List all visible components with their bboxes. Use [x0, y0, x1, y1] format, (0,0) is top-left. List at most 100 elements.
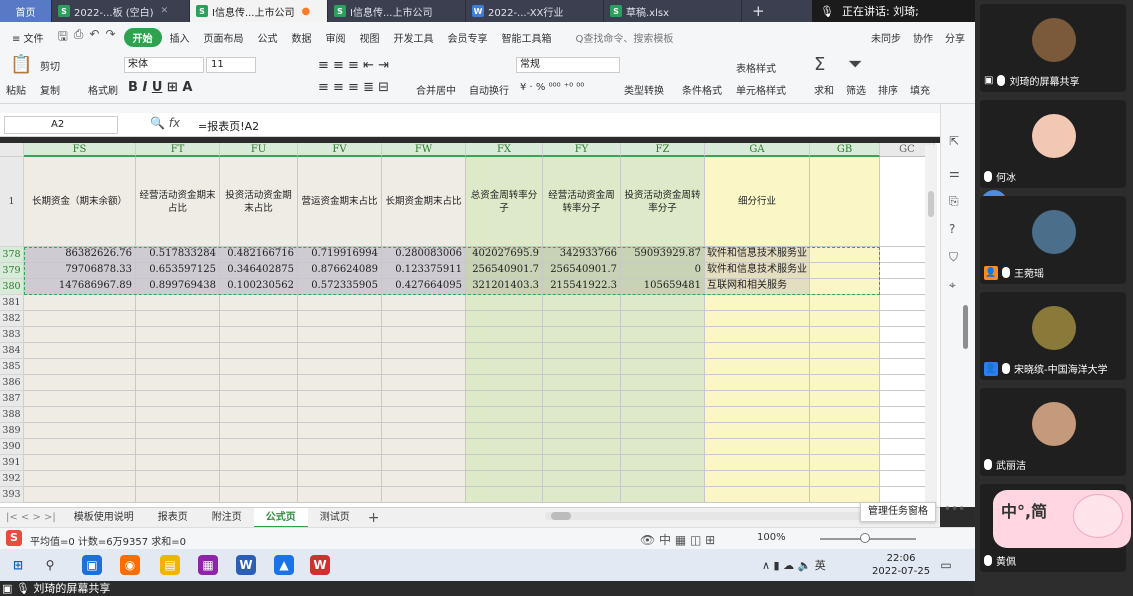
table-cell[interactable]	[136, 311, 220, 327]
tab-formulas[interactable]: 公式	[252, 28, 284, 47]
row-header[interactable]: 383	[0, 327, 24, 343]
table-cell[interactable]	[298, 455, 382, 471]
column-header-fv[interactable]: FV	[298, 143, 382, 157]
table-cell[interactable]	[136, 295, 220, 311]
table-cell[interactable]	[705, 359, 810, 375]
table-cell[interactable]	[621, 423, 705, 439]
table-style-button[interactable]: 表格样式	[736, 60, 776, 75]
column-header-fy[interactable]: FY	[543, 143, 621, 157]
table-cell[interactable]	[705, 311, 810, 327]
browser-icon[interactable]: ◉	[120, 555, 140, 575]
table-cell[interactable]	[621, 327, 705, 343]
table-cell[interactable]: 59093929.87	[621, 247, 705, 263]
header-cell[interactable]: 细分行业	[705, 157, 810, 247]
name-box[interactable]: A2	[4, 116, 118, 134]
table-cell[interactable]	[466, 407, 543, 423]
table-cell[interactable]: 105659481	[621, 279, 705, 295]
column-header-ga[interactable]: GA	[705, 143, 810, 157]
horizontal-scroll-thumb[interactable]	[551, 512, 571, 520]
table-cell[interactable]	[466, 311, 543, 327]
type-convert-button[interactable]: 类型转换	[624, 82, 664, 97]
row-header[interactable]: 378	[0, 247, 24, 263]
tab-insert[interactable]: 插入	[164, 28, 196, 47]
table-cell[interactable]: 互联网和相关服务	[705, 279, 810, 295]
table-cell[interactable]	[298, 439, 382, 455]
align-top-icons[interactable]: ≡ ≡ ≡ ⇤ ⇥	[318, 58, 389, 73]
column-header-fz[interactable]: FZ	[621, 143, 705, 157]
table-cell[interactable]	[543, 343, 621, 359]
shield-icon[interactable]: ⛉	[949, 250, 958, 265]
row-header[interactable]: 384	[0, 343, 24, 359]
table-cell[interactable]	[24, 327, 136, 343]
row-header[interactable]: 387	[0, 391, 24, 407]
system-clock[interactable]: 22:06 2022-07-25	[872, 552, 930, 578]
table-cell[interactable]	[382, 311, 466, 327]
zoom-slider-knob[interactable]	[860, 533, 870, 543]
participant-tile[interactable]: 👤 王菀瑶	[980, 196, 1126, 284]
table-cell[interactable]	[136, 359, 220, 375]
table-cell[interactable]	[220, 455, 298, 471]
table-cell[interactable]	[298, 487, 382, 503]
table-cell[interactable]	[466, 455, 543, 471]
table-cell[interactable]	[136, 439, 220, 455]
header-cell[interactable]: 营运资金期末占比	[298, 157, 382, 247]
table-cell[interactable]	[466, 295, 543, 311]
table-cell[interactable]	[298, 375, 382, 391]
table-cell[interactable]	[298, 311, 382, 327]
meeting-app-icon[interactable]: ▲	[274, 555, 294, 575]
table-cell[interactable]: 0.346402875	[220, 263, 298, 279]
table-cell[interactable]	[810, 391, 880, 407]
row-header[interactable]: 389	[0, 423, 24, 439]
header-cell[interactable]: 经营活动资金期末占比	[136, 157, 220, 247]
table-cell[interactable]	[136, 391, 220, 407]
font-size-select[interactable]: 11	[206, 57, 256, 73]
table-cell[interactable]	[136, 407, 220, 423]
tab-start[interactable]: 开始	[123, 27, 162, 47]
table-cell[interactable]: 0.572335905	[298, 279, 382, 295]
side-scroll-thumb[interactable]	[963, 305, 968, 349]
table-cell[interactable]: 256540901.7	[466, 263, 543, 279]
sheet-tab-notes[interactable]: 附注页	[200, 508, 254, 528]
table-cell[interactable]	[382, 391, 466, 407]
vertical-scroll-thumb[interactable]	[928, 191, 934, 217]
tab-document-word[interactable]: W 2022-...-XX行业	[466, 0, 604, 22]
table-cell[interactable]	[298, 471, 382, 487]
table-cell[interactable]	[810, 279, 880, 295]
table-cell[interactable]	[466, 327, 543, 343]
table-cell[interactable]	[382, 471, 466, 487]
table-cell[interactable]	[298, 359, 382, 375]
sort-button[interactable]: 排序	[878, 82, 898, 97]
table-cell[interactable]	[24, 295, 136, 311]
pointer-icon[interactable]: ⇱	[949, 134, 959, 148]
header-cell[interactable]: 长期资金（期末余额）	[24, 157, 136, 247]
header-cell[interactable]: 长期资金期末占比	[382, 157, 466, 247]
table-cell[interactable]	[810, 455, 880, 471]
row-header[interactable]: 392	[0, 471, 24, 487]
table-cell[interactable]	[543, 487, 621, 503]
table-cell[interactable]	[543, 359, 621, 375]
table-cell[interactable]	[24, 343, 136, 359]
tab-data[interactable]: 数据	[286, 28, 318, 47]
copy-button[interactable]: 复制	[40, 82, 60, 97]
table-cell[interactable]: 215541922.3	[543, 279, 621, 295]
table-cell[interactable]: 0.427664095	[382, 279, 466, 295]
table-cell[interactable]	[705, 327, 810, 343]
font-family-select[interactable]: 宋体	[124, 57, 204, 73]
column-header-fs[interactable]: FS	[24, 143, 136, 157]
table-cell[interactable]	[220, 359, 298, 375]
undo-icon[interactable]: ↶	[89, 27, 99, 48]
windows-start-icon[interactable]: ⊞	[8, 555, 28, 575]
table-cell[interactable]	[621, 311, 705, 327]
table-cell[interactable]	[136, 455, 220, 471]
table-cell[interactable]	[24, 423, 136, 439]
table-cell[interactable]	[466, 423, 543, 439]
column-header-fu[interactable]: FU	[220, 143, 298, 157]
table-cell[interactable]	[382, 375, 466, 391]
column-header-fw[interactable]: FW	[382, 143, 466, 157]
table-cell[interactable]	[220, 471, 298, 487]
table-cell[interactable]	[705, 423, 810, 439]
row-header[interactable]: 391	[0, 455, 24, 471]
merge-center-button[interactable]: 合并居中	[416, 82, 456, 97]
table-cell[interactable]	[136, 343, 220, 359]
table-cell[interactable]	[220, 487, 298, 503]
